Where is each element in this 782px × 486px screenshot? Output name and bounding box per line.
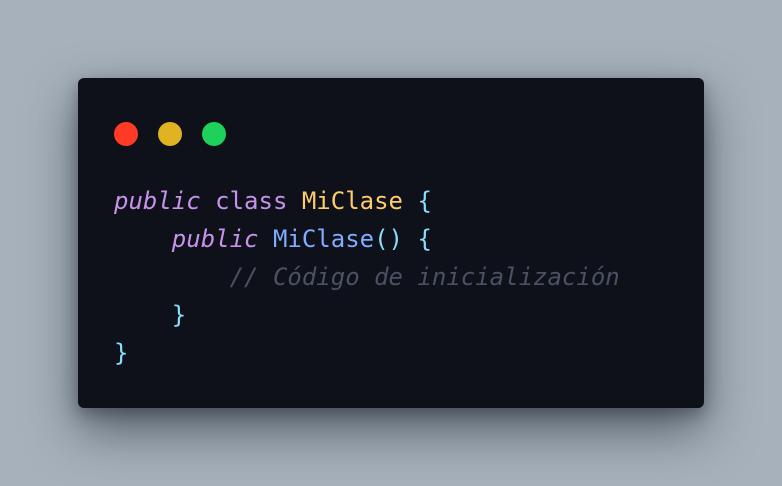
close-brace-token: } <box>114 339 129 367</box>
close-dot-icon[interactable] <box>114 122 138 146</box>
maximize-dot-icon[interactable] <box>202 122 226 146</box>
modifier-token: public <box>114 187 201 215</box>
modifier-token: public <box>171 225 259 253</box>
comment-token: // Código de inicialización <box>229 263 620 291</box>
open-brace-token: { <box>417 187 432 215</box>
open-brace-token: { <box>417 225 432 253</box>
code-line-4: } <box>114 296 620 334</box>
code-line-3: // Código de inicialización <box>114 258 620 296</box>
code-block: public class MiClase { public MiClase() … <box>114 182 620 372</box>
close-brace-token: } <box>171 301 187 329</box>
minimize-dot-icon[interactable] <box>158 122 182 146</box>
code-line-5: } <box>114 334 620 372</box>
code-line-1: public class MiClase { <box>114 182 620 220</box>
code-window: public class MiClase { public MiClase() … <box>78 78 704 408</box>
keyword-token: class <box>215 187 288 215</box>
class-name-token: MiClase <box>301 187 404 215</box>
parens-token: () <box>374 225 404 253</box>
constructor-name-token: MiClase <box>272 225 375 253</box>
code-line-2: public MiClase() { <box>114 220 620 258</box>
